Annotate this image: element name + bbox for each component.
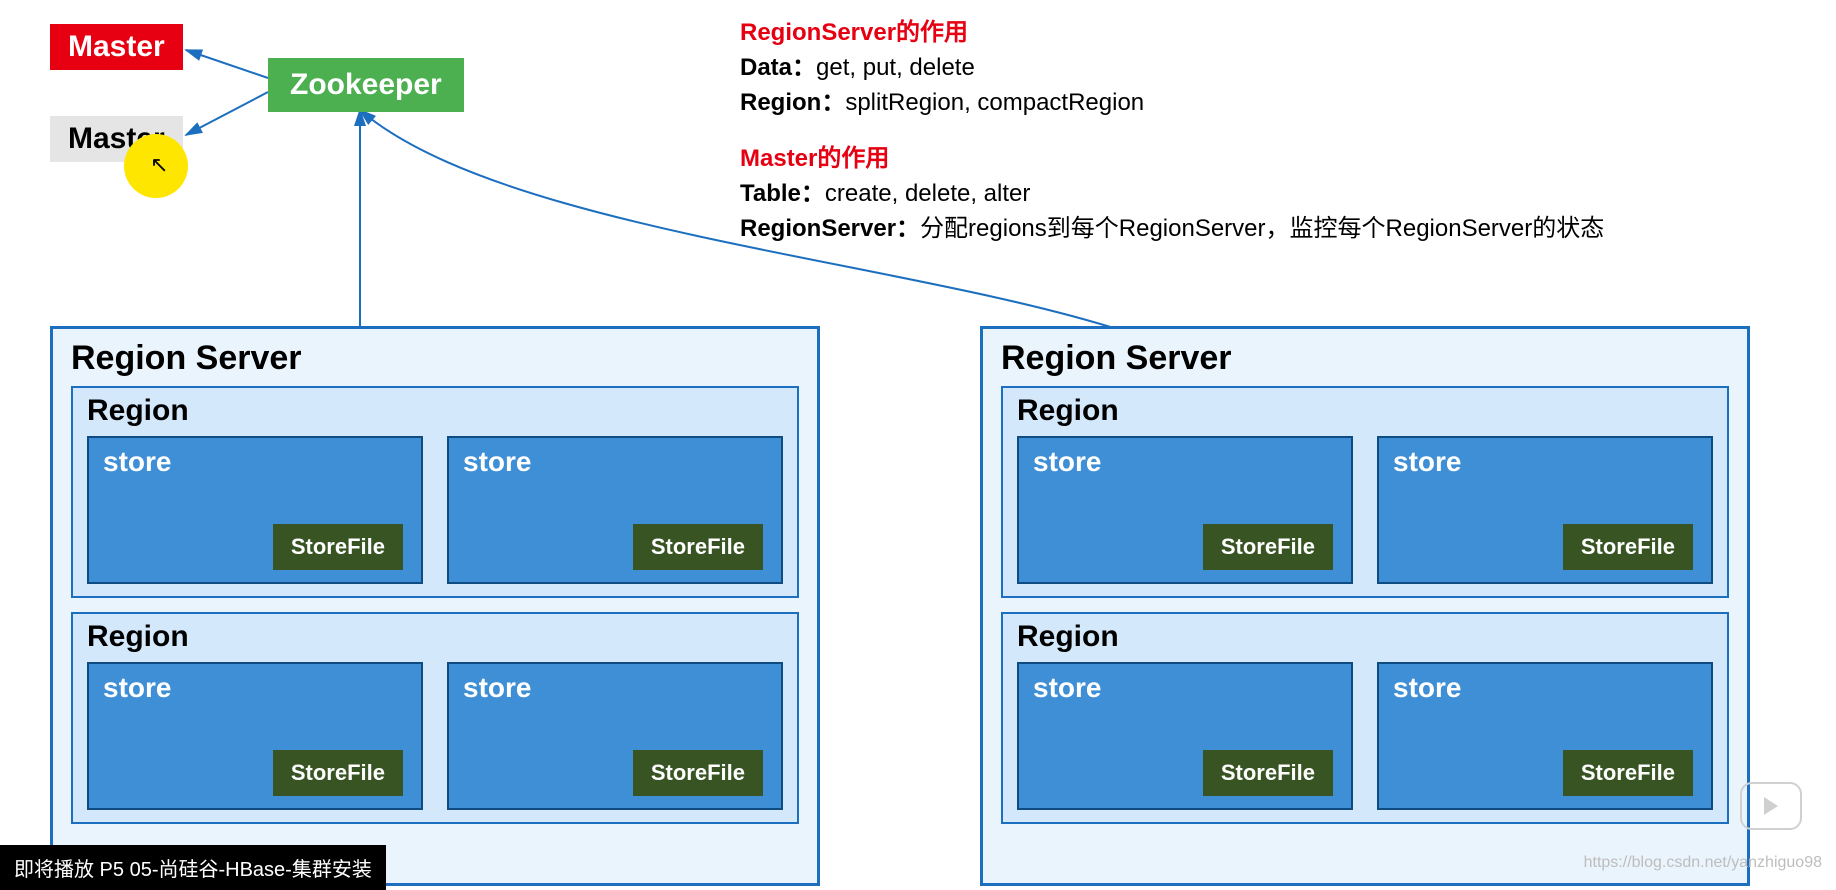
zookeeper-node: Zookeeper (268, 58, 464, 112)
region-box: Region store StoreFile store StoreFile (71, 612, 799, 824)
storefile-box: StoreFile (273, 750, 403, 796)
master-role-header: Master的作用 (740, 142, 1604, 177)
region-box: Region store StoreFile store StoreFile (1001, 386, 1729, 598)
play-icon[interactable] (1740, 782, 1802, 830)
region-box: Region store StoreFile store StoreFile (1001, 612, 1729, 824)
storefile-box: StoreFile (1563, 750, 1693, 796)
cursor-icon: ↖ (150, 152, 168, 178)
storefile-box: StoreFile (273, 524, 403, 570)
region-server-title: Region Server (1001, 339, 1729, 378)
region-box: Region store StoreFile store StoreFile (71, 386, 799, 598)
master-active: Master (50, 24, 183, 70)
watermark-text: https://blog.csdn.net/yanzhiguo98 (1584, 854, 1822, 872)
store-box: store StoreFile (1017, 662, 1353, 810)
storefile-box: StoreFile (1203, 524, 1333, 570)
store-box: store StoreFile (87, 436, 423, 584)
store-box: store StoreFile (1377, 436, 1713, 584)
storefile-box: StoreFile (633, 750, 763, 796)
store-box: store StoreFile (447, 662, 783, 810)
rs-role-header: RegionServer的作用 (740, 16, 1144, 51)
regionserver-role-text: RegionServer的作用 Data：get, put, delete Re… (740, 16, 1144, 120)
store-box: store StoreFile (1377, 662, 1713, 810)
storefile-box: StoreFile (1203, 750, 1333, 796)
store-box: store StoreFile (87, 662, 423, 810)
video-caption: 即将播放 P5 05-尚硅谷-HBase-集群安装 (0, 845, 386, 890)
store-box: store StoreFile (1017, 436, 1353, 584)
master-role-text: Master的作用 Table：create, delete, alter Re… (740, 142, 1604, 246)
region-server-1: Region Server Region store StoreFile sto… (50, 326, 820, 886)
storefile-box: StoreFile (1563, 524, 1693, 570)
region-server-2: Region Server Region store StoreFile sto… (980, 326, 1750, 886)
region-server-title: Region Server (71, 339, 799, 378)
store-box: store StoreFile (447, 436, 783, 584)
storefile-box: StoreFile (633, 524, 763, 570)
